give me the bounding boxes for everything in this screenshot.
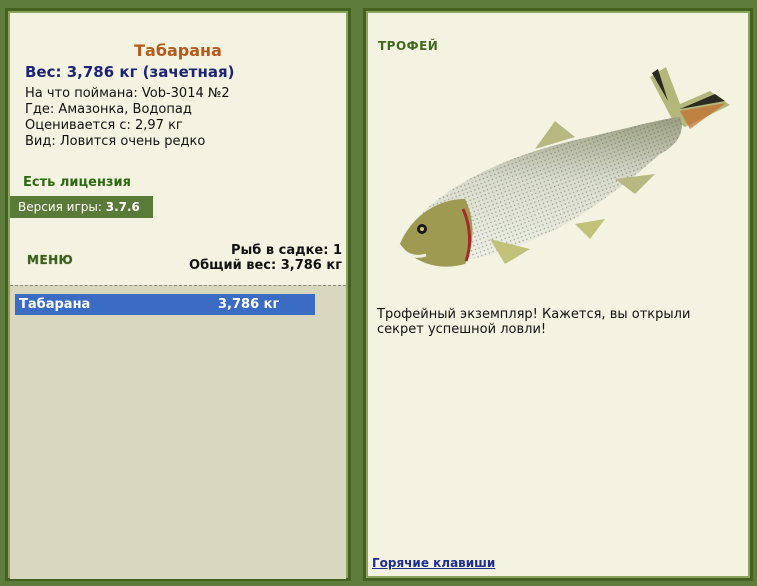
keep-count: Рыб в садке: 1 xyxy=(230,243,342,258)
keep-item-weight: 3,786 кг xyxy=(218,297,280,312)
fish-image xyxy=(396,67,730,267)
trophy-message: Трофейный экземпляр! Кажется, вы открыли… xyxy=(377,307,691,337)
keep-stats: Рыб в садке: 1 Общий вес: 3,786 кг xyxy=(189,243,342,273)
hotkeys-link[interactable]: Горячие клавиши xyxy=(372,556,495,570)
license-status: Есть лицензия xyxy=(23,175,131,190)
keep-total-weight: Общий вес: 3,786 кг xyxy=(189,258,342,273)
place-info: Где: Амазонка, Водопад xyxy=(25,102,192,117)
trophy-panel: ТРОФЕЙ Трофейный экземпляр! Кажется, вы … xyxy=(363,8,753,581)
bait-info: На что поймана: Vob-3014 №2 xyxy=(25,86,230,101)
version-label: Версия игры: xyxy=(18,200,102,214)
kind-info: Вид: Ловится очень редко xyxy=(25,134,206,149)
keep-list xyxy=(10,285,346,579)
keep-list-item[interactable]: Табарана 3,786 кг xyxy=(15,294,315,315)
menu-button[interactable]: МЕНЮ xyxy=(27,253,73,267)
fish-weight: Вес: 3,786 кг (зачетная) xyxy=(25,63,235,81)
version-value: 3.7.6 xyxy=(105,200,140,214)
version-badge: Версия игры: 3.7.6 xyxy=(10,196,153,218)
fish-info-panel: Табарана Вес: 3,786 кг (зачетная) На что… xyxy=(5,8,351,581)
price-info: Оценивается с: 2,97 кг xyxy=(25,118,183,133)
fish-title: Табарана xyxy=(134,41,222,60)
keep-item-name: Табарана xyxy=(19,297,91,312)
